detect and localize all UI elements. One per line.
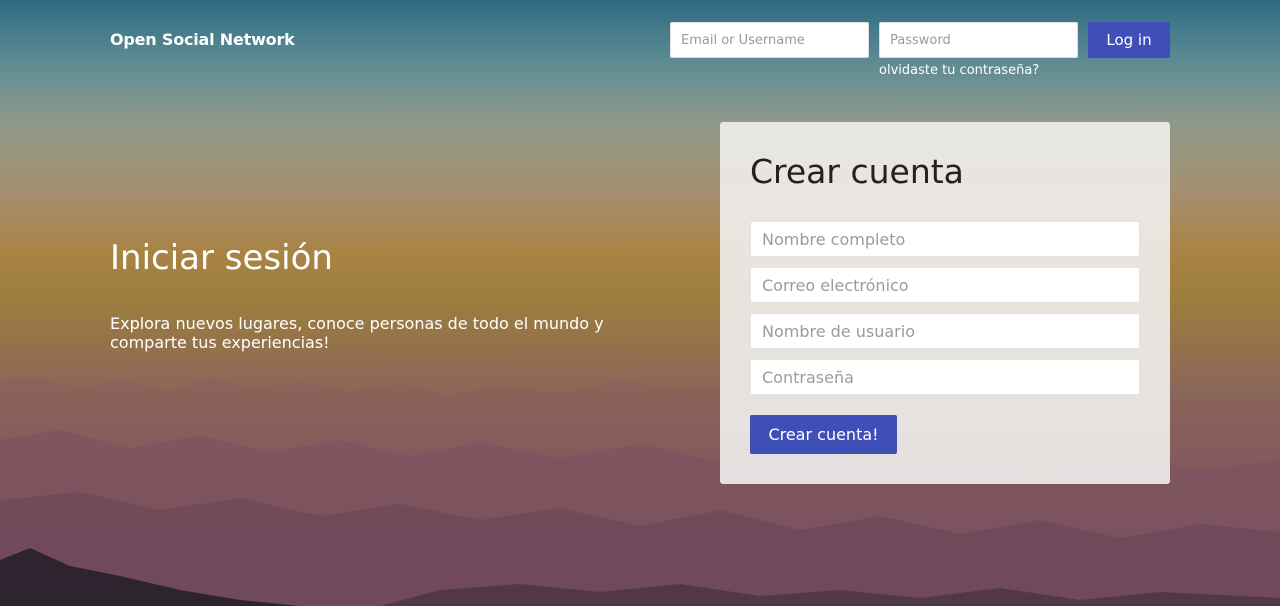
signup-email-input[interactable]	[750, 267, 1140, 303]
create-account-button[interactable]: Crear cuenta!	[750, 415, 897, 454]
signup-title: Crear cuenta	[750, 152, 964, 191]
signup-panel: Crear cuenta Crear cuenta!	[720, 122, 1170, 484]
login-email-input[interactable]	[670, 22, 869, 58]
brand-logo-text[interactable]: Open Social Network	[110, 30, 295, 49]
signup-password-input[interactable]	[750, 359, 1140, 395]
fullname-input[interactable]	[750, 221, 1140, 257]
login-button[interactable]: Log in	[1088, 22, 1170, 58]
forgot-password-link[interactable]: olvidaste tu contraseña?	[879, 63, 1039, 78]
hero-description: Explora nuevos lugares, conoce personas …	[110, 314, 604, 352]
username-input[interactable]	[750, 313, 1140, 349]
login-password-input[interactable]	[879, 22, 1078, 58]
hero-title: Iniciar sesión	[110, 238, 333, 278]
